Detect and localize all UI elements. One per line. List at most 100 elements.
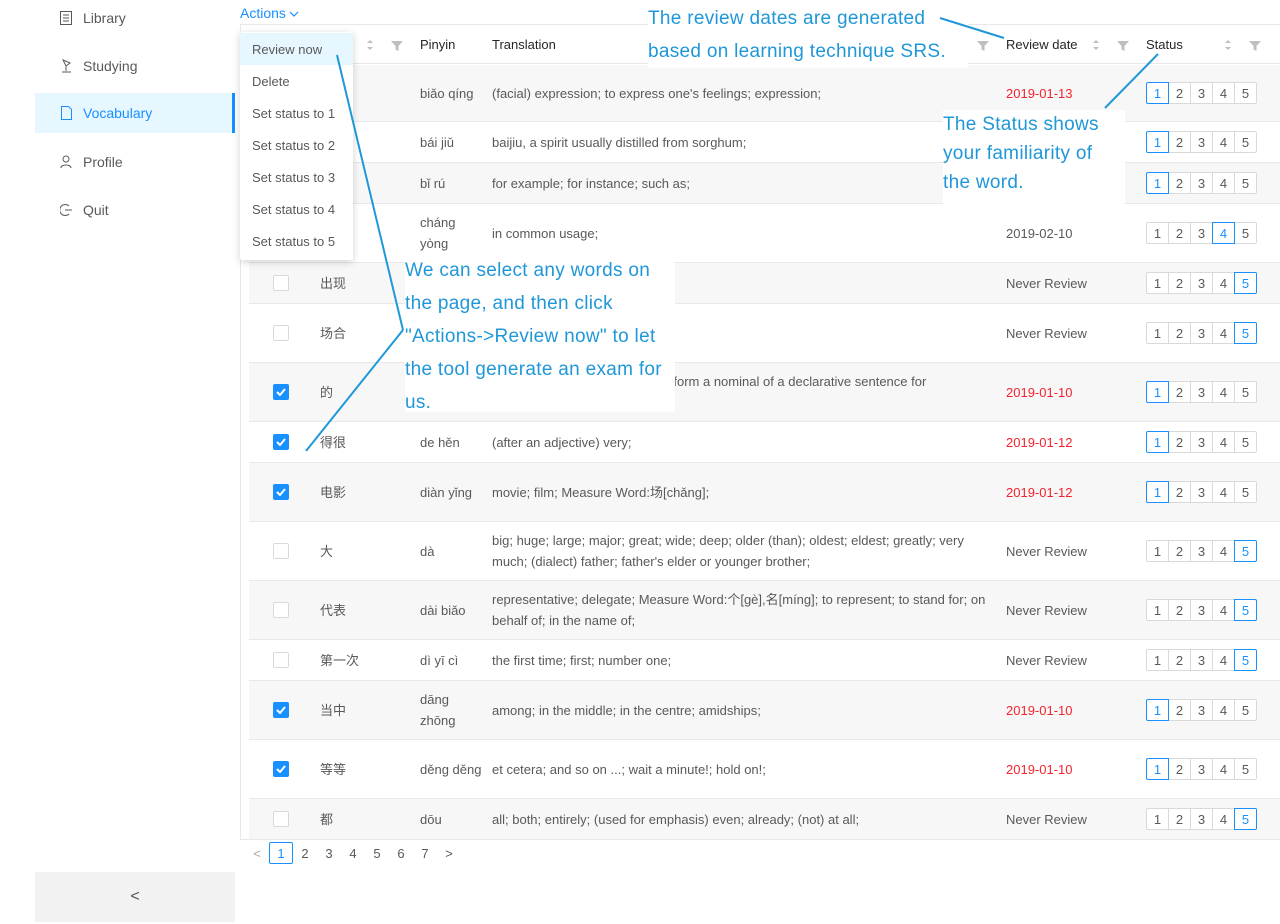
status-option-2[interactable]: 2 bbox=[1168, 172, 1191, 194]
row-checkbox[interactable] bbox=[273, 275, 289, 291]
status-option-3[interactable]: 3 bbox=[1190, 758, 1213, 780]
row-checkbox[interactable] bbox=[273, 543, 289, 559]
actions-dropdown-trigger[interactable]: Actions bbox=[240, 5, 299, 21]
row-checkbox[interactable] bbox=[273, 702, 289, 718]
status-option-1[interactable]: 1 bbox=[1146, 649, 1169, 671]
status-option-4[interactable]: 4 bbox=[1212, 381, 1235, 403]
dropdown-item-set-status-to-3[interactable]: Set status to 3 bbox=[240, 161, 353, 193]
status-option-2[interactable]: 2 bbox=[1168, 381, 1191, 403]
filter-icon[interactable] bbox=[977, 39, 989, 51]
row-checkbox[interactable] bbox=[273, 384, 289, 400]
dropdown-item-delete[interactable]: Delete bbox=[240, 65, 353, 97]
sidebar-item-library[interactable]: Library bbox=[35, 0, 235, 38]
status-option-1[interactable]: 1 bbox=[1146, 431, 1169, 453]
pagination-page[interactable]: 4 bbox=[341, 842, 365, 864]
column-header-review-date[interactable]: Review date bbox=[1006, 25, 1078, 64]
status-option-2[interactable]: 2 bbox=[1168, 322, 1191, 344]
status-option-4[interactable]: 4 bbox=[1212, 131, 1235, 153]
sidebar-item-profile[interactable]: Profile bbox=[35, 142, 235, 182]
status-option-5[interactable]: 5 bbox=[1234, 699, 1257, 721]
status-option-5[interactable]: 5 bbox=[1234, 172, 1257, 194]
sort-icon[interactable] bbox=[1091, 37, 1101, 53]
status-option-3[interactable]: 3 bbox=[1190, 172, 1213, 194]
row-checkbox[interactable] bbox=[273, 434, 289, 450]
column-header-status[interactable]: Status bbox=[1146, 25, 1183, 64]
status-option-5[interactable]: 5 bbox=[1234, 649, 1257, 671]
status-option-1[interactable]: 1 bbox=[1146, 540, 1169, 562]
status-option-2[interactable]: 2 bbox=[1168, 431, 1191, 453]
status-option-4[interactable]: 4 bbox=[1212, 431, 1235, 453]
status-option-2[interactable]: 2 bbox=[1168, 758, 1191, 780]
pagination-next-button[interactable]: > bbox=[437, 842, 461, 864]
status-option-2[interactable]: 2 bbox=[1168, 131, 1191, 153]
pagination-page[interactable]: 2 bbox=[293, 842, 317, 864]
status-option-1[interactable]: 1 bbox=[1146, 222, 1169, 244]
status-option-3[interactable]: 3 bbox=[1190, 272, 1213, 294]
filter-icon[interactable] bbox=[1249, 39, 1261, 51]
pagination-page[interactable]: 7 bbox=[413, 842, 437, 864]
status-option-4[interactable]: 4 bbox=[1212, 699, 1235, 721]
row-checkbox[interactable] bbox=[273, 811, 289, 827]
status-option-1[interactable]: 1 bbox=[1146, 131, 1169, 153]
sidebar-item-studying[interactable]: Studying bbox=[35, 46, 235, 86]
status-option-3[interactable]: 3 bbox=[1190, 699, 1213, 721]
status-option-3[interactable]: 3 bbox=[1190, 431, 1213, 453]
status-option-3[interactable]: 3 bbox=[1190, 540, 1213, 562]
status-option-1[interactable]: 1 bbox=[1146, 172, 1169, 194]
status-option-5[interactable]: 5 bbox=[1234, 82, 1257, 104]
status-option-2[interactable]: 2 bbox=[1168, 699, 1191, 721]
status-option-3[interactable]: 3 bbox=[1190, 381, 1213, 403]
dropdown-item-set-status-to-4[interactable]: Set status to 4 bbox=[240, 193, 353, 225]
status-option-5[interactable]: 5 bbox=[1234, 272, 1257, 294]
status-option-4[interactable]: 4 bbox=[1212, 599, 1235, 621]
status-option-5[interactable]: 5 bbox=[1234, 808, 1257, 830]
status-option-2[interactable]: 2 bbox=[1168, 272, 1191, 294]
pagination-page[interactable]: 5 bbox=[365, 842, 389, 864]
status-option-1[interactable]: 1 bbox=[1146, 322, 1169, 344]
status-option-4[interactable]: 4 bbox=[1212, 758, 1235, 780]
row-checkbox[interactable] bbox=[273, 652, 289, 668]
status-option-5[interactable]: 5 bbox=[1234, 222, 1257, 244]
status-option-4[interactable]: 4 bbox=[1212, 82, 1235, 104]
status-option-1[interactable]: 1 bbox=[1146, 481, 1169, 503]
dropdown-item-set-status-to-1[interactable]: Set status to 1 bbox=[240, 97, 353, 129]
sidebar-item-quit[interactable]: Quit bbox=[35, 190, 235, 230]
status-option-5[interactable]: 5 bbox=[1234, 322, 1257, 344]
status-option-5[interactable]: 5 bbox=[1234, 481, 1257, 503]
dropdown-item-set-status-to-2[interactable]: Set status to 2 bbox=[240, 129, 353, 161]
status-option-1[interactable]: 1 bbox=[1146, 599, 1169, 621]
status-option-2[interactable]: 2 bbox=[1168, 808, 1191, 830]
status-option-4[interactable]: 4 bbox=[1212, 172, 1235, 194]
status-option-5[interactable]: 5 bbox=[1234, 540, 1257, 562]
row-checkbox[interactable] bbox=[273, 761, 289, 777]
pagination-page[interactable]: 6 bbox=[389, 842, 413, 864]
pagination-page[interactable]: 3 bbox=[317, 842, 341, 864]
status-option-3[interactable]: 3 bbox=[1190, 322, 1213, 344]
status-option-1[interactable]: 1 bbox=[1146, 82, 1169, 104]
status-option-3[interactable]: 3 bbox=[1190, 599, 1213, 621]
status-option-3[interactable]: 3 bbox=[1190, 131, 1213, 153]
status-option-1[interactable]: 1 bbox=[1146, 808, 1169, 830]
pagination-prev-button[interactable]: < bbox=[245, 842, 269, 864]
status-option-1[interactable]: 1 bbox=[1146, 381, 1169, 403]
row-checkbox[interactable] bbox=[273, 602, 289, 618]
row-checkbox[interactable] bbox=[273, 325, 289, 341]
status-option-3[interactable]: 3 bbox=[1190, 481, 1213, 503]
sort-icon[interactable] bbox=[1223, 37, 1233, 53]
status-option-4[interactable]: 4 bbox=[1212, 481, 1235, 503]
row-checkbox[interactable] bbox=[273, 484, 289, 500]
status-option-1[interactable]: 1 bbox=[1146, 699, 1169, 721]
status-option-3[interactable]: 3 bbox=[1190, 808, 1213, 830]
status-option-2[interactable]: 2 bbox=[1168, 82, 1191, 104]
status-option-2[interactable]: 2 bbox=[1168, 481, 1191, 503]
sidebar-item-vocabulary[interactable]: Vocabulary bbox=[35, 93, 235, 133]
status-option-1[interactable]: 1 bbox=[1146, 272, 1169, 294]
status-option-4[interactable]: 4 bbox=[1212, 322, 1235, 344]
status-option-2[interactable]: 2 bbox=[1168, 540, 1191, 562]
status-option-4[interactable]: 4 bbox=[1212, 808, 1235, 830]
status-option-2[interactable]: 2 bbox=[1168, 222, 1191, 244]
status-option-5[interactable]: 5 bbox=[1234, 431, 1257, 453]
sidebar-collapse-button[interactable]: < bbox=[35, 872, 235, 922]
dropdown-item-review-now[interactable]: Review now bbox=[240, 33, 353, 65]
dropdown-item-set-status-to-5[interactable]: Set status to 5 bbox=[240, 225, 353, 257]
